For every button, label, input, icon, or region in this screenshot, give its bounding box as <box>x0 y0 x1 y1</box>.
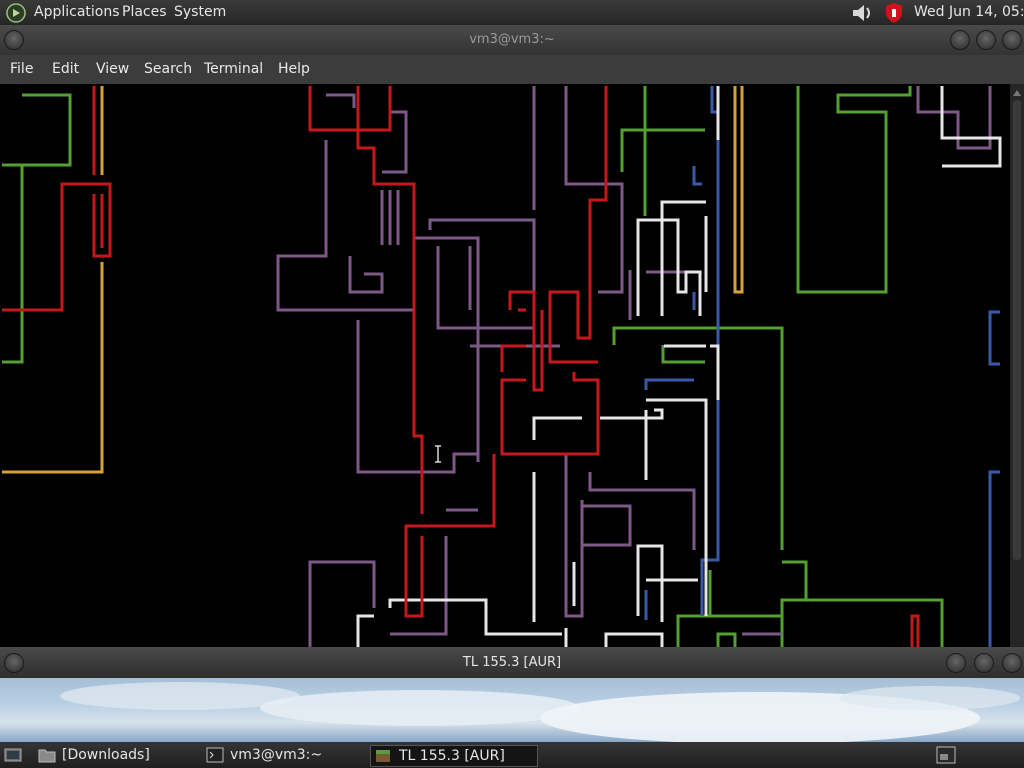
taskbar-label-tl: TL 155.3 [AUR] <box>399 748 505 764</box>
menu-view[interactable]: View <box>96 61 129 77</box>
close-button[interactable] <box>1002 30 1022 50</box>
menu-help[interactable]: Help <box>278 61 310 77</box>
folder-icon <box>38 749 56 763</box>
taskbar-item-terminal[interactable]: vm3@vm3:~ <box>204 745 364 765</box>
tl-minimize-button[interactable] <box>946 653 966 673</box>
scroll-thumb[interactable] <box>1013 100 1021 560</box>
places-menu[interactable]: Places <box>122 4 167 20</box>
workspace-switcher[interactable] <box>936 745 958 765</box>
app-menu-icon[interactable] <box>6 3 26 27</box>
menu-edit[interactable]: Edit <box>52 61 79 77</box>
terminal-titlebar[interactable]: vm3@vm3:~ <box>0 25 1024 55</box>
tl-window-title: TL 155.3 [AUR] <box>462 655 562 670</box>
applications-menu[interactable]: Applications <box>34 4 120 20</box>
menu-terminal[interactable]: Terminal <box>204 61 263 77</box>
menu-file[interactable]: File <box>10 61 33 77</box>
bottom-panel: [Downloads] vm3@vm3:~ TL 155.3 [AUR] <box>0 742 1024 768</box>
taskbar-label-downloads: [Downloads] <box>62 747 150 763</box>
text-cursor-icon <box>435 445 441 463</box>
tl-maximize-button[interactable] <box>974 653 994 673</box>
top-panel: Applications Places System Wed Jun 14, 0… <box>0 0 1024 25</box>
taskbar-item-downloads[interactable]: [Downloads] <box>36 745 196 765</box>
tl-titlebar[interactable]: TL 155.3 [AUR] <box>0 647 1024 678</box>
taskbar-label-terminal: vm3@vm3:~ <box>230 747 323 763</box>
terminal-content[interactable] <box>0 84 1010 647</box>
sky-clouds <box>60 682 1020 742</box>
system-menu[interactable]: System <box>174 4 226 20</box>
minimize-button[interactable] <box>950 30 970 50</box>
tl-game-viewport[interactable] <box>0 678 1024 742</box>
desktop-icon <box>4 748 22 762</box>
tl-close-button[interactable] <box>1002 653 1022 673</box>
scroll-up-arrow-icon[interactable] <box>1010 86 1024 100</box>
show-desktop-button[interactable] <box>4 745 22 765</box>
clock[interactable]: Wed Jun 14, 05:25 <box>914 4 1024 20</box>
maximize-button[interactable] <box>976 30 996 50</box>
terminal-icon <box>206 747 224 763</box>
taskbar-item-tl[interactable]: TL 155.3 [AUR] <box>370 745 538 767</box>
workspace-icon <box>936 746 956 764</box>
pipes-animation <box>2 86 1002 647</box>
terminal-window-title: vm3@vm3:~ <box>469 32 555 47</box>
game-block-icon <box>376 750 390 762</box>
terminal-scrollbar[interactable] <box>1010 84 1024 647</box>
menu-search[interactable]: Search <box>144 61 192 77</box>
terminal-menubar: File Edit View Search Terminal Help <box>0 55 1024 84</box>
